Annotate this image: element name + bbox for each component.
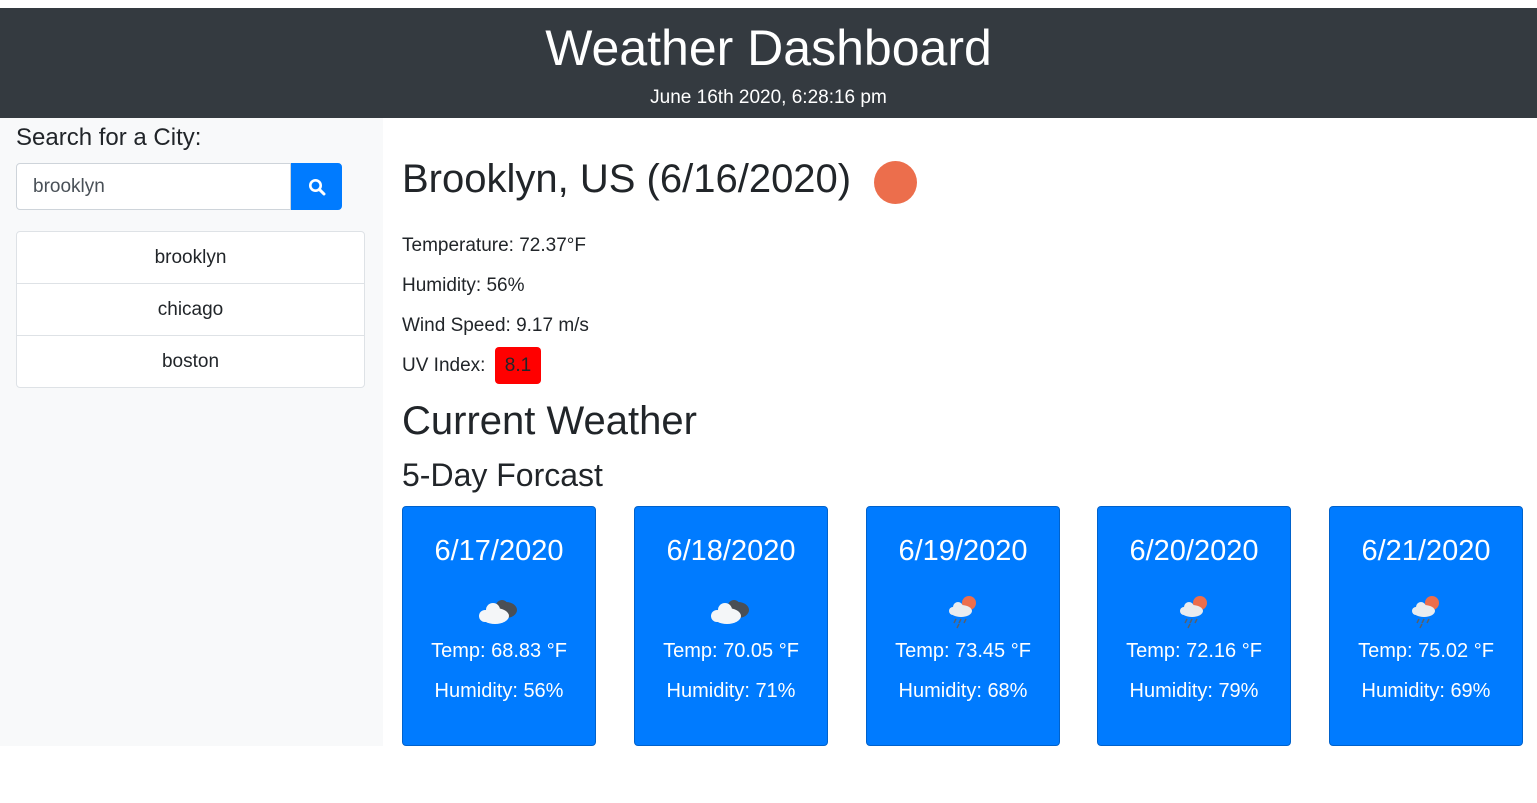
current-temperature: Temperature: 72.37°F <box>402 235 586 256</box>
rain-sun-icon <box>1180 596 1207 629</box>
forecast-humidity: Humidity: 68% <box>898 680 1028 702</box>
forecast-card: 6/21/2020 Temp: 75.02 °F Humidity: 69% <box>1329 506 1523 746</box>
top-strip <box>0 0 1537 8</box>
current-humidity: Humidity: 56% <box>402 275 525 296</box>
history-item-boston[interactable]: boston <box>16 335 365 388</box>
forecast-card: 6/17/2020 Temp: 68.83 °F Humidity: 56% <box>402 506 596 746</box>
search-label: Search for a City: <box>16 124 202 151</box>
broken-clouds-icon <box>479 600 517 624</box>
sun-icon <box>874 161 917 204</box>
history-item-brooklyn[interactable]: brooklyn <box>16 231 365 284</box>
uv-index-badge: 8.1 <box>495 347 541 384</box>
forecast-heading: 5-Day Forcast <box>402 457 603 493</box>
forecast-temp: Temp: 70.05 °F <box>663 640 799 662</box>
rain-sun-icon <box>1412 596 1439 629</box>
forecast-card: 6/18/2020 Temp: 70.05 °F Humidity: 71% <box>634 506 828 746</box>
forecast-humidity: Humidity: 69% <box>1361 680 1491 702</box>
forecast-humidity: Humidity: 79% <box>1129 680 1259 702</box>
current-datetime: June 16th 2020, 6:28:16 pm <box>650 87 887 108</box>
forecast-temp: Temp: 75.02 °F <box>1358 640 1494 662</box>
forecast-temp: Temp: 73.45 °F <box>895 640 1031 662</box>
city-search-input[interactable] <box>16 163 291 210</box>
forecast-date: 6/20/2020 <box>1129 535 1259 567</box>
forecast-temp: Temp: 68.83 °F <box>431 640 567 662</box>
current-wind-speed: Wind Speed: 9.17 m/s <box>402 315 589 336</box>
forecast-date: 6/18/2020 <box>666 535 796 567</box>
forecast-humidity: Humidity: 56% <box>434 680 564 702</box>
city-heading: Brooklyn, US (6/16/2020) <box>402 157 852 201</box>
forecast-temp: Temp: 72.16 °F <box>1126 640 1262 662</box>
page-title: Weather Dashboard <box>545 20 992 76</box>
forecast-card: 6/19/2020 Temp: 73.45 °F Humidity: 68% <box>866 506 1060 746</box>
broken-clouds-icon <box>711 600 749 624</box>
forecast-card: 6/20/2020 Temp: 72.16 °F Humidity: 79% <box>1097 506 1291 746</box>
search-icon <box>308 178 325 195</box>
uv-index-label: UV Index: <box>402 355 486 376</box>
forecast-date: 6/21/2020 <box>1361 535 1491 567</box>
sidebar <box>0 118 383 746</box>
forecast-date: 6/17/2020 <box>434 535 564 567</box>
search-history-list: brooklyn chicago boston <box>16 231 365 388</box>
forecast-humidity: Humidity: 71% <box>666 680 796 702</box>
rain-sun-icon <box>949 596 976 629</box>
current-weather-heading: Current Weather <box>402 399 697 443</box>
forecast-date: 6/19/2020 <box>898 535 1028 567</box>
page-header: Weather Dashboard June 16th 2020, 6:28:1… <box>0 8 1537 118</box>
history-item-chicago[interactable]: chicago <box>16 283 365 336</box>
search-button[interactable] <box>291 163 342 210</box>
